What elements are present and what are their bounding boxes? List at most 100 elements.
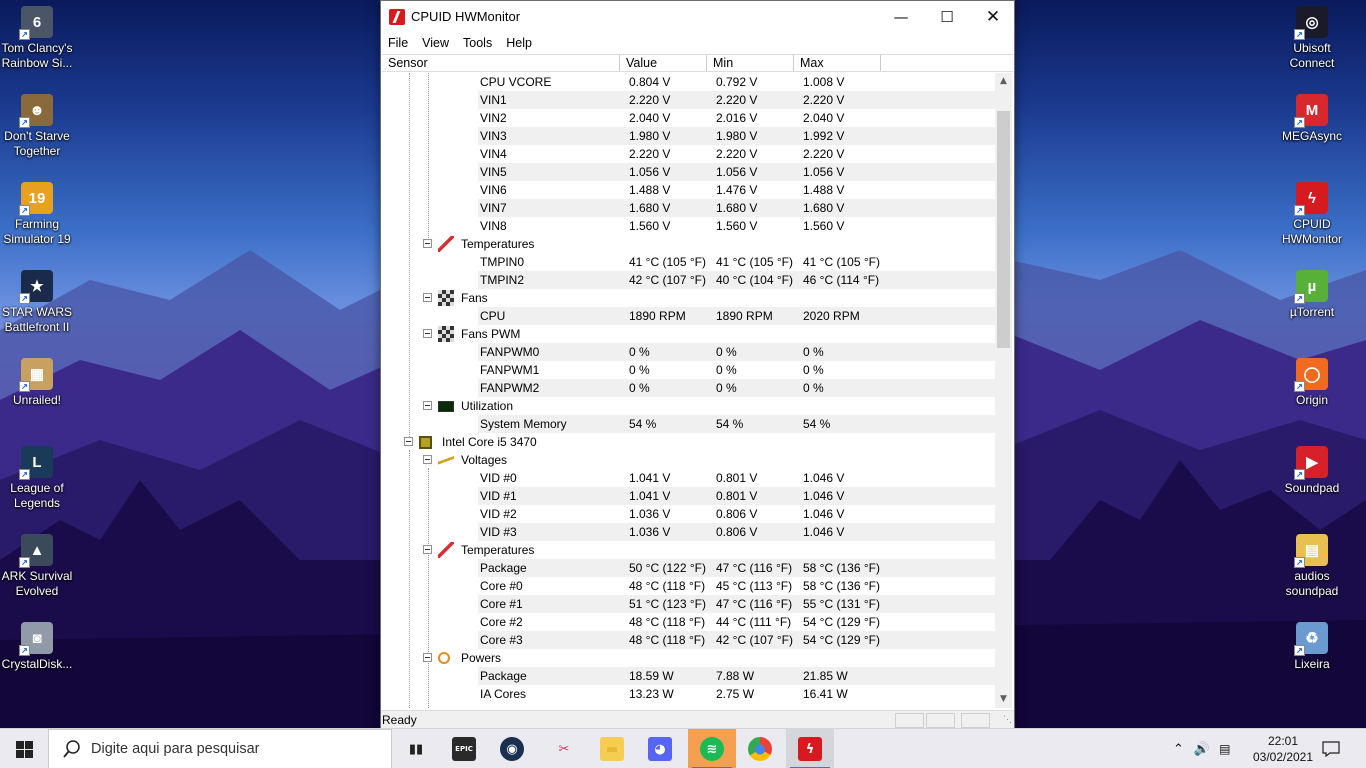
sensor-row[interactable]: VID #0 1.041 V 0.801 V 1.046 V	[478, 469, 995, 487]
sensor-group-row[interactable]: Temperatures	[382, 541, 995, 559]
shortcut-arrow-icon: ↗	[1294, 469, 1305, 480]
sensor-row[interactable]: VIN6 1.488 V 1.476 V 1.488 V	[478, 181, 995, 199]
sensor-row[interactable]: IA Cores 13.23 W 2.75 W 16.41 W	[478, 685, 995, 703]
sensor-row[interactable]: Package 18.59 W 7.88 W 21.85 W	[478, 667, 995, 685]
title-bar[interactable]: CPUID HWMonitor — ☐ ✕	[381, 1, 1014, 32]
folder-icon: ▤ ↗	[1294, 534, 1328, 568]
desktop-shortcut[interactable]: ☻ ↗ Don't Starve Together	[0, 94, 75, 159]
sensor-row[interactable]: System Memory 54 % 54 % 54 %	[478, 415, 995, 433]
sensor-group-row[interactable]: Utilization	[382, 397, 995, 415]
desktop-shortcut[interactable]: ◯ ↗ Origin	[1274, 358, 1350, 408]
sensor-row[interactable]: VIN4 2.220 V 2.220 V 2.220 V	[478, 145, 995, 163]
taskbar-app-button[interactable]: ◕	[636, 729, 684, 768]
scroll-up-arrow-icon[interactable]: ▲	[995, 73, 1012, 90]
desktop-shortcut[interactable]: ▤ ↗ audios soundpad	[1274, 534, 1350, 599]
sensor-row[interactable]: Core #3 48 °C (118 °F) 42 °C (107 °F) 54 °C…	[478, 631, 995, 649]
collapse-toggle-icon[interactable]	[423, 239, 432, 248]
clock[interactable]: 22:01 03/02/2021	[1253, 729, 1313, 768]
desktop-shortcut[interactable]: 6 ↗ Tom Clancy's Rainbow Si...	[0, 6, 75, 71]
minimize-button[interactable]: —	[878, 1, 924, 32]
desktop-shortcut[interactable]: L ↗ League of Legends	[0, 446, 75, 511]
sensor-row[interactable]: TMPIN2 42 °C (107 °F) 40 °C (104 °F) 46 °C …	[478, 271, 995, 289]
taskbar-app-button[interactable]: ✂	[540, 729, 588, 768]
collapse-toggle-icon[interactable]	[423, 293, 432, 302]
sensor-row[interactable]: VID #1 1.041 V 0.801 V 1.046 V	[478, 487, 995, 505]
collapse-toggle-icon[interactable]	[423, 329, 432, 338]
sensor-row[interactable]: VIN3 1.980 V 1.980 V 1.992 V	[478, 127, 995, 145]
desktop-shortcut[interactable]: ▦ ↗ Unrailed!	[0, 358, 75, 408]
status-panel	[926, 713, 955, 728]
maximize-button[interactable]: ☐	[924, 1, 970, 32]
close-button[interactable]: ✕	[970, 1, 1016, 32]
collapse-toggle-icon[interactable]	[423, 653, 432, 662]
sensor-row[interactable]: Core #0 48 °C (118 °F) 45 °C (113 °F) 58 °C…	[478, 577, 995, 595]
taskbar-app-button[interactable]: ◉	[488, 729, 536, 768]
sensor-group-row[interactable]: Temperatures	[382, 235, 995, 253]
collapse-toggle-icon[interactable]	[404, 437, 413, 446]
column-sensor[interactable]: Sensor	[382, 55, 620, 71]
desktop-shortcut[interactable]: ◎ ↗ Ubisoft Connect	[1274, 6, 1350, 71]
sensor-row[interactable]: CPU VCORE 0.804 V 0.792 V 1.008 V	[478, 73, 995, 91]
desktop-shortcut[interactable]: M ↗ MEGAsync	[1274, 94, 1350, 144]
taskbar-app-button[interactable]: EPIC	[440, 729, 488, 768]
collapse-toggle-icon[interactable]	[423, 545, 432, 554]
notifications-icon[interactable]	[1322, 729, 1340, 768]
sensor-row[interactable]: TMPIN0 41 °C (105 °F) 41 °C (105 °F) 41 °C …	[478, 253, 995, 271]
taskbar-app-button[interactable]: ●	[736, 729, 784, 768]
desktop-shortcut[interactable]: ★ ↗ STAR WARS Battlefront II	[0, 270, 75, 335]
collapse-toggle-icon[interactable]	[423, 455, 432, 464]
sensor-row[interactable]: Package 50 °C (122 °F) 47 °C (116 °F) 58 °C…	[478, 559, 995, 577]
menu-help[interactable]: Help	[499, 36, 539, 50]
sensor-name: VIN7	[480, 201, 507, 215]
sensor-group-row[interactable]: Fans PWM	[382, 325, 995, 343]
device-row[interactable]: Intel Core i5 3470	[382, 433, 995, 451]
sensor-row[interactable]: FANPWM1 0 % 0 % 0 %	[478, 361, 995, 379]
desktop-shortcut[interactable]: ♻ ↗ Lixeira	[1274, 622, 1350, 672]
menu-view[interactable]: View	[415, 36, 456, 50]
sensor-row[interactable]: VIN5 1.056 V 1.056 V 1.056 V	[478, 163, 995, 181]
taskbar-app-button[interactable]: ≋	[688, 729, 736, 768]
status-bar: Ready ⋱	[381, 710, 1014, 729]
column-value[interactable]: Value	[620, 55, 707, 71]
desktop-shortcut[interactable]: 19 ↗ Farming Simulator 19	[0, 182, 75, 247]
sensor-row[interactable]: VIN2 2.040 V 2.016 V 2.040 V	[478, 109, 995, 127]
volume-icon[interactable]: 🔊	[1194, 741, 1210, 757]
scrollbar-thumb[interactable]	[997, 111, 1010, 348]
taskbar-app-button[interactable]: ϟ	[786, 729, 834, 768]
sensor-row[interactable]: Core #2 48 °C (118 °F) 44 °C (111 °F) 54 °C…	[478, 613, 995, 631]
sensor-row[interactable]: Core #1 51 °C (123 °F) 47 °C (116 °F) 55 °C…	[478, 595, 995, 613]
desktop-shortcut[interactable]: ◙ ↗ CrystalDisk...	[0, 622, 75, 672]
sensor-row[interactable]: VIN8 1.560 V 1.560 V 1.560 V	[478, 217, 995, 235]
collapse-toggle-icon[interactable]	[423, 401, 432, 410]
sensor-max: 41 °C (105 °F)	[803, 255, 880, 269]
resize-grip-icon[interactable]: ⋱	[1003, 710, 1012, 728]
sensor-group-row[interactable]: Voltages	[382, 451, 995, 469]
desktop-shortcut[interactable]: µ ↗ µTorrent	[1274, 270, 1350, 320]
sensor-group-row[interactable]: Fans	[382, 289, 995, 307]
sensor-row[interactable]: FANPWM0 0 % 0 % 0 %	[478, 343, 995, 361]
vertical-scrollbar[interactable]: ▲ ▼	[995, 73, 1012, 708]
sensor-row[interactable]: FANPWM2 0 % 0 % 0 %	[478, 379, 995, 397]
taskbar-app-button[interactable]: ▮▮	[392, 729, 440, 768]
column-max[interactable]: Max	[794, 55, 881, 71]
sensor-row[interactable]: VID #3 1.036 V 0.806 V 1.046 V	[478, 523, 995, 541]
taskbar-app-button[interactable]: ▬	[588, 729, 636, 768]
scroll-down-arrow-icon[interactable]: ▼	[995, 691, 1012, 708]
column-min[interactable]: Min	[707, 55, 794, 71]
desktop-shortcut-label: Don't Starve Together	[4, 129, 70, 158]
desktop-shortcut[interactable]: ϟ ↗ CPUID HWMonitor	[1274, 182, 1350, 247]
sensor-row[interactable]: VID #2 1.036 V 0.806 V 1.046 V	[478, 505, 995, 523]
start-button[interactable]	[0, 729, 48, 768]
sensor-row[interactable]: VIN7 1.680 V 1.680 V 1.680 V	[478, 199, 995, 217]
menu-tools[interactable]: Tools	[456, 36, 499, 50]
sensor-row[interactable]: CPU 1890 RPM 1890 RPM 2020 RPM	[478, 307, 995, 325]
sensor-min: 7.88 W	[716, 669, 755, 683]
menu-file[interactable]: File	[381, 36, 415, 50]
network-icon[interactable]: ▤	[1219, 742, 1230, 756]
taskbar-search-box[interactable]: Digite aqui para pesquisar	[48, 729, 392, 768]
desktop-shortcut[interactable]: ▲ ↗ ARK Survival Evolved	[0, 534, 75, 599]
sensor-row[interactable]: VIN1 2.220 V 2.220 V 2.220 V	[478, 91, 995, 109]
desktop-shortcut[interactable]: ▶ ↗ Soundpad	[1274, 446, 1350, 496]
show-hidden-icons-icon[interactable]: ⌃	[1173, 741, 1184, 757]
sensor-group-row[interactable]: Powers	[382, 649, 995, 667]
